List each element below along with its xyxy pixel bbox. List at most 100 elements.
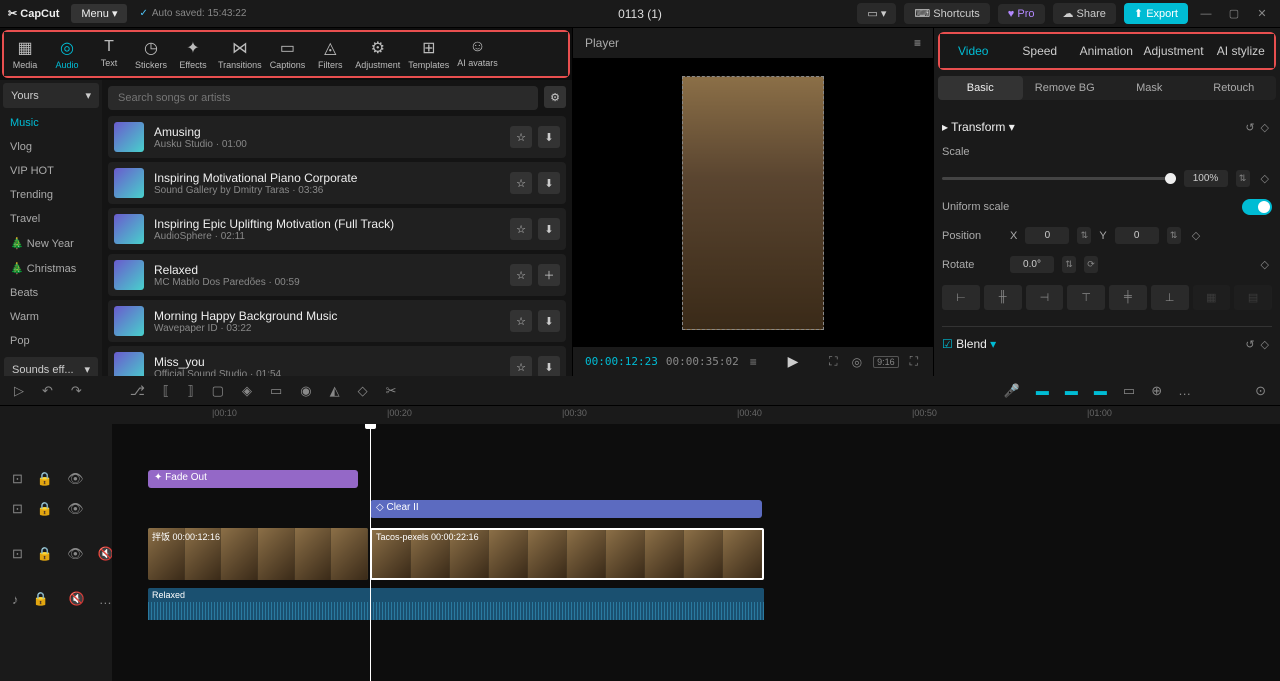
crop-tool[interactable]: ✂ [382,383,401,399]
list-icon[interactable]: ≡ [747,355,760,369]
keyframe-icon[interactable]: ◇ [1189,229,1203,242]
download-icon[interactable]: ⬇ [538,172,560,194]
zoom-tool[interactable]: ⊕ [1147,383,1166,399]
lock-icon[interactable]: 🔒 [29,591,53,607]
reset-icon[interactable]: ↺ [1242,122,1257,134]
align-right-button[interactable]: ⊣ [1026,285,1064,310]
crop-icon[interactable]: ◎ [849,355,865,369]
effect-clip-fade-out[interactable]: ✦ Fade Out [148,470,358,488]
tool-captions[interactable]: ▭Captions [266,32,310,76]
tab-video[interactable]: Video [940,34,1007,68]
category-item[interactable]: Beats [0,281,102,305]
subtab-remove-bg[interactable]: Remove BG [1023,76,1108,100]
share-button[interactable]: ☁ Share [1053,3,1116,24]
close-icon[interactable]: ✕ [1252,7,1272,20]
split-tool[interactable]: ⎇ [126,383,149,399]
minimize-icon[interactable]: — [1196,8,1216,20]
video-preview[interactable] [682,76,824,330]
track-row[interactable]: Miss_youOfficial Sound Studio · 01:54☆⬇ [108,346,566,376]
preview-toggle[interactable]: ▭ [1119,383,1139,399]
category-item[interactable]: Trending [0,183,102,207]
align-bottom-button[interactable]: ⊥ [1151,285,1189,310]
category-item[interactable]: 🎄 Christmas [0,256,102,281]
category-item[interactable]: Warm [0,305,102,329]
tool-ai avatars[interactable]: ☺AI avatars [453,32,502,76]
track-row[interactable]: Inspiring Epic Uplifting Motivation (Ful… [108,208,566,250]
tab-animation[interactable]: Animation [1073,34,1140,68]
subtab-basic[interactable]: Basic [938,76,1023,100]
mirror-tool[interactable]: ◭ [326,383,344,399]
lock-icon[interactable]: 🔒 [33,501,57,517]
rotate-tool[interactable]: ◇ [354,383,372,399]
tool-transitions[interactable]: ⋈Transitions [214,32,266,76]
tab-adjustment[interactable]: Adjustment [1140,34,1208,68]
shortcuts-button[interactable]: ⌨ Shortcuts [904,3,989,24]
align-left-button[interactable]: ⊢ [942,285,980,310]
track-row[interactable]: RelaxedMC Mablo Dos Paredões · 00:59☆＋ [108,254,566,296]
position-y-input[interactable] [1115,227,1159,244]
tool-templates[interactable]: ⊞Templates [404,32,453,76]
sound-effects-dropdown[interactable]: Sounds eff...▾ [4,357,98,376]
subtab-mask[interactable]: Mask [1107,76,1192,100]
export-button[interactable]: ⬆ Export [1124,3,1188,24]
redo-button[interactable]: ↷ [67,383,86,399]
track-toggle[interactable]: ▬ [1061,383,1082,399]
tool-stickers[interactable]: ◷Stickers [130,32,172,76]
trim-right-tool[interactable]: ⟧ [183,383,197,399]
position-x-input[interactable] [1025,227,1069,244]
yours-dropdown[interactable]: Yours▾ [3,83,99,108]
player-stage[interactable] [573,58,933,347]
video-clip-2[interactable]: Tacos-pexels 00:00:22:16 [370,528,764,580]
keyframe-icon[interactable]: ◇ [1258,172,1272,185]
pro-button[interactable]: ♥ Pro [998,4,1045,24]
track-row[interactable]: AmusingAusku Studio · 01:00☆⬇ [108,116,566,158]
tool-media[interactable]: ▦Media [4,32,46,76]
scale-slider[interactable] [942,177,1176,180]
snap-toggle[interactable]: ▬ [1032,383,1053,399]
eye-icon[interactable]: 👁 [63,471,88,487]
align-center-h-button[interactable]: ╫ [984,285,1022,310]
keyframe-icon[interactable]: ◇ [1258,339,1272,351]
zoom-fit-icon[interactable]: ⊙ [1251,383,1270,399]
search-input[interactable] [108,86,538,110]
undo-button[interactable]: ↶ [38,383,57,399]
category-item[interactable]: 🎄 New Year [0,231,102,256]
scale-stepper[interactable]: ⇅ [1236,170,1250,187]
lock-icon[interactable]: ⊡ [8,471,27,487]
favorite-icon[interactable]: ☆ [510,356,532,376]
category-item[interactable]: Vlog [0,135,102,159]
link-toggle[interactable]: ▬ [1090,383,1111,399]
reset-icon[interactable]: ↺ [1242,339,1257,351]
effect-clip-clear[interactable]: ◇ Clear II [370,500,762,518]
blend-header[interactable]: ☑ Blend ▾ [942,337,996,351]
timeline-ruler[interactable]: |00:10|00:20|00:30|00:40|00:50|01:00 [0,406,1280,424]
settings-icon[interactable]: … [1174,383,1195,399]
keyframe-icon[interactable]: ◇ [1258,258,1272,271]
favorite-icon[interactable]: ☆ [510,126,532,148]
music-icon[interactable]: ♪ [8,592,23,607]
filter-icon[interactable]: ⚙ [544,86,566,108]
audio-clip[interactable]: Relaxed [148,588,764,620]
download-icon[interactable]: ⬇ [538,126,560,148]
marker-tool[interactable]: ◈ [238,383,256,399]
player-menu-icon[interactable]: ≡ [914,36,921,50]
transform-header[interactable]: ▸ Transform ▾ [942,120,1015,134]
download-icon[interactable]: ⬇ [538,218,560,240]
download-icon[interactable]: ⬇ [538,310,560,332]
playhead[interactable] [370,424,371,681]
mic-icon[interactable]: 🎤 [1000,383,1024,399]
align-dist-h-button[interactable]: ▦ [1193,285,1231,310]
tab-speed[interactable]: Speed [1007,34,1074,68]
align-center-v-button[interactable]: ╪ [1109,285,1147,310]
tool-effects[interactable]: ✦Effects [172,32,214,76]
favorite-icon[interactable]: ☆ [510,264,532,286]
keyframe-icon[interactable]: ◇ [1258,122,1272,134]
subtab-retouch[interactable]: Retouch [1192,76,1277,100]
category-item[interactable]: Music [0,111,102,135]
tool-text[interactable]: TText [88,32,130,76]
flip-button[interactable]: ⟳ [1084,256,1098,273]
uniform-scale-toggle[interactable] [1242,199,1272,215]
tool-filters[interactable]: ◬Filters [309,32,351,76]
track-row[interactable]: Morning Happy Background MusicWavepaper … [108,300,566,342]
fit-icon[interactable]: ⛶ [826,354,840,369]
